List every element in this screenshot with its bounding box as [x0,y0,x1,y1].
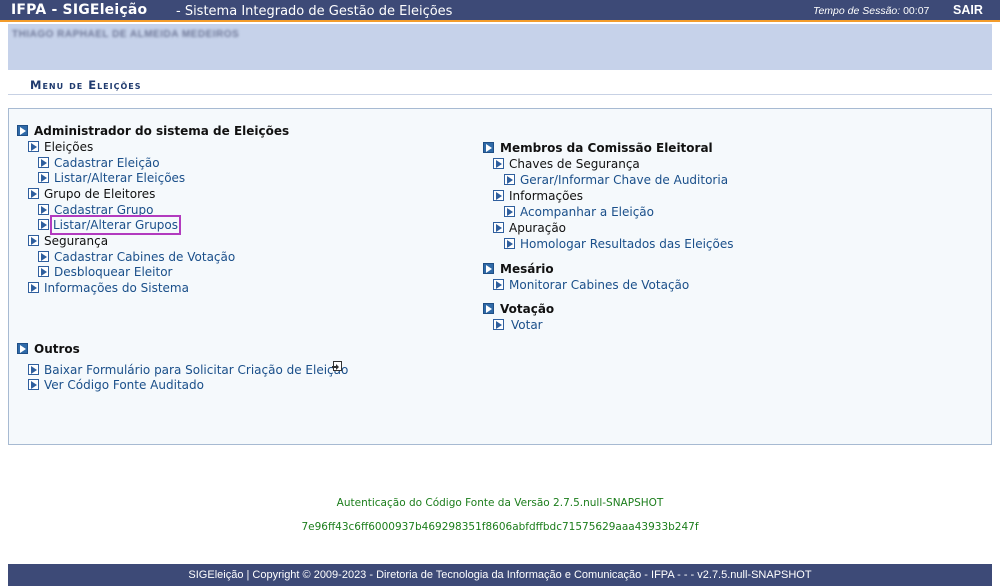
group-informacoes-label: Informações [509,189,584,203]
link-arrow-icon [28,379,39,390]
system-subtitle: - Sistema Integrado de Gestão de Eleiçõe… [176,4,453,19]
menu-link-ver-codigo-fonte[interactable]: Ver Código Fonte Auditado [44,378,204,392]
group-arrow-icon [28,235,39,246]
link-arrow-icon [38,204,49,215]
menu-link-votar[interactable]: Votar [511,318,543,332]
link-arrow-icon [38,219,49,230]
menu-link-cadastrar-cabines[interactable]: Cadastrar Cabines de Votação [54,250,235,264]
menu-link-cadastrar-grupo[interactable]: Cadastrar Grupo [54,203,154,217]
link-arrow-icon [493,279,504,290]
group-arrow-icon [493,158,504,169]
auth-version-text: Autenticação do Código Fonte da Versão 2… [336,497,664,509]
auth-hash-text: 7e96ff43c6ff6000937b469298351f8606abfdff… [301,521,699,533]
group-seguranca-label: Segurança [44,234,109,248]
group-arrow-icon [493,222,504,233]
menu-link-listar-grupos[interactable]: Listar/Alterar Grupos [49,215,182,235]
user-name: THIAGO RAPHAEL DE ALMEIDA MEDEIROS [12,29,240,40]
section-arrow-icon [17,343,28,354]
menu-title-bar: Menu de Eleições [8,70,992,95]
group-apuracao-label: Apuração [509,221,567,235]
section-arrow-icon [17,125,28,136]
user-info-bar: THIAGO RAPHAEL DE ALMEIDA MEDEIROS [8,24,992,70]
section-votacao-title: Votação [500,302,555,316]
section-arrow-icon [483,263,494,274]
menu-link-desbloquear-eleitor[interactable]: Desbloquear Eleitor [54,265,173,279]
link-arrow-icon [28,282,39,293]
group-arrow-icon [28,141,39,152]
group-arrow-icon [28,188,39,199]
link-arrow-icon [38,172,49,183]
link-arrow-icon [38,157,49,168]
section-arrow-icon [483,303,494,314]
menu-link-acompanhar-eleicao[interactable]: Acompanhar a Eleição [520,205,654,219]
section-admin-title: Administrador do sistema de Eleições [34,124,290,138]
link-arrow-icon [504,238,515,249]
link-arrow-icon [38,251,49,262]
menu-link-monitorar-cabines[interactable]: Monitorar Cabines de Votação [509,278,689,292]
section-comissao-title: Membros da Comissão Eleitoral [500,141,713,155]
menu-link-homologar-resultados[interactable]: Homologar Resultados das Eleições [520,237,734,251]
page-title: Menu de Eleições [30,78,142,92]
system-title: IFPA - SIGEleição [11,2,148,18]
menu-link-listar-eleicoes[interactable]: Listar/Alterar Eleições [54,171,185,185]
link-arrow-icon [38,266,49,277]
link-arrow-icon [504,174,515,185]
download-icon[interactable] [331,360,343,372]
group-grupo-eleitores-label: Grupo de Eleitores [44,187,156,201]
menu-link-cadastrar-eleicao[interactable]: Cadastrar Eleição [54,156,160,170]
link-arrow-icon [28,364,39,375]
session-label: Tempo de Sessão: [813,5,901,17]
group-arrow-icon [493,190,504,201]
session-timer: Tempo de Sessão: 00:07 [813,5,929,17]
group-chaves-label: Chaves de Segurança [509,157,640,171]
link-arrow-icon [504,206,515,217]
top-header: IFPA - SIGEleição - Sistema Integrado de… [0,0,1000,22]
menu-link-gerar-chave[interactable]: Gerar/Informar Chave de Auditoria [520,173,728,187]
session-time: 00:07 [903,5,930,17]
section-arrow-icon [483,142,494,153]
menu-link-informacoes-sistema[interactable]: Informações do Sistema [44,281,189,295]
footer: SIGEleição | Copyright © 2009-2023 - Dir… [8,564,992,586]
section-mesario-title: Mesário [500,262,554,276]
group-eleicoes-label: Eleições [44,140,94,154]
section-outros-title: Outros [34,342,80,356]
link-arrow-icon [493,319,504,330]
menu-link-baixar-formulario[interactable]: Baixar Formulário para Solicitar Criação… [44,363,348,377]
logout-link[interactable]: SAIR [953,3,983,17]
